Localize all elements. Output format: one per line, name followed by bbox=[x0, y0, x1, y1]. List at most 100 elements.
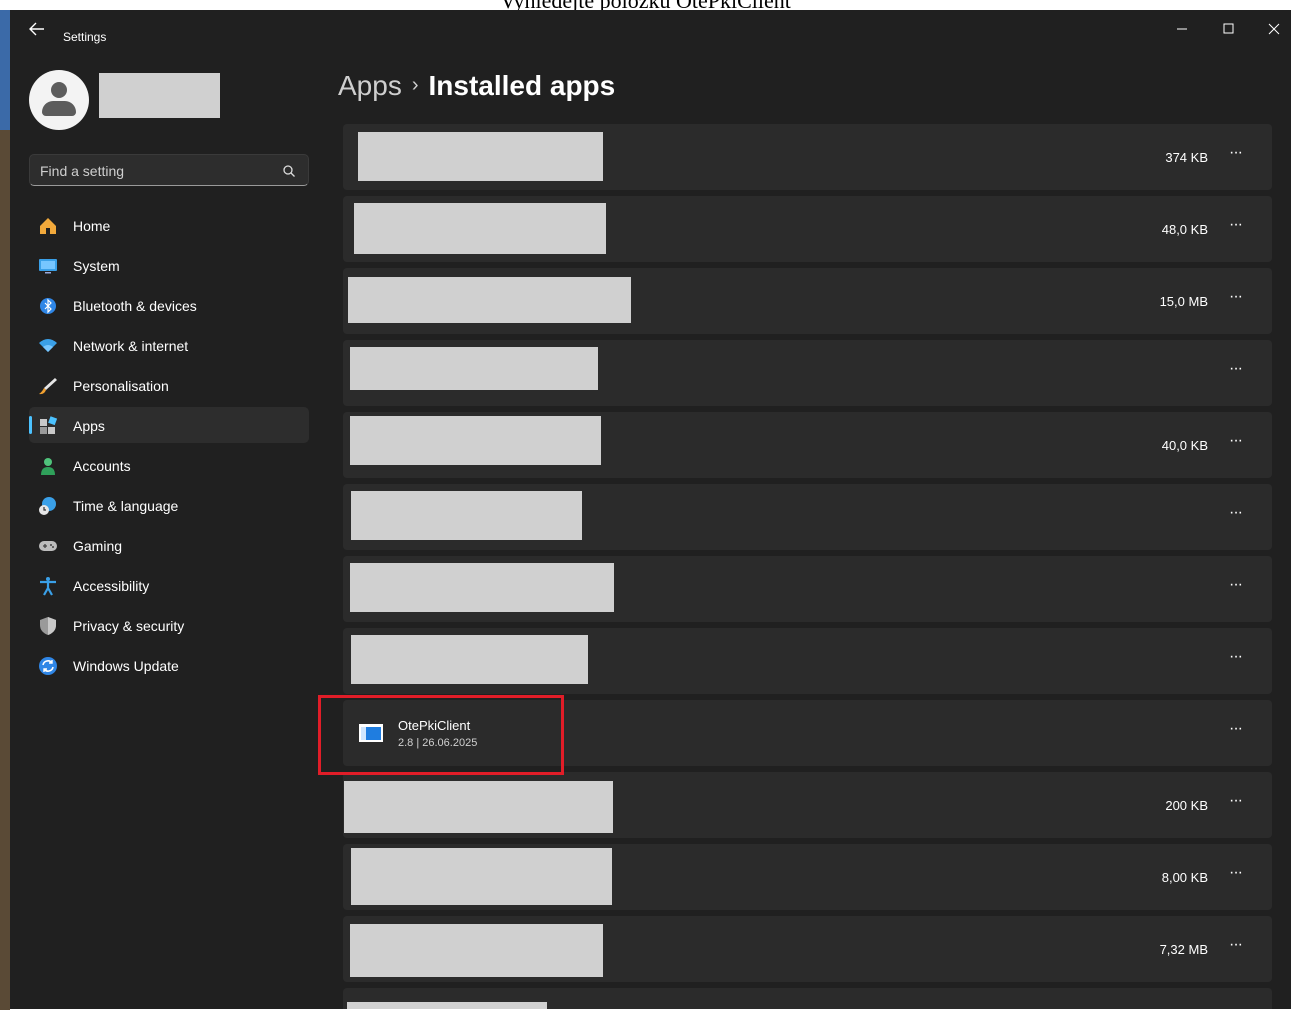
wifi-icon bbox=[39, 339, 57, 352]
shield-icon bbox=[40, 617, 56, 635]
app-size: 15,0 MB bbox=[1159, 294, 1208, 309]
redacted-app-name bbox=[350, 416, 601, 465]
app-row[interactable]: 8,00 KB ··· bbox=[343, 844, 1272, 910]
desktop-background-strip bbox=[0, 10, 10, 130]
sidebar-item-windows-update[interactable]: Windows Update bbox=[29, 647, 309, 683]
minimize-icon[interactable] bbox=[1162, 16, 1202, 42]
sidebar-item-label: Time & language bbox=[73, 498, 179, 514]
app-row[interactable]: 7,32 MB ··· bbox=[343, 916, 1272, 982]
sidebar-item-label: Personalisation bbox=[73, 378, 169, 394]
sidebar-item-accessibility[interactable]: Accessibility bbox=[29, 567, 309, 603]
maximize-icon[interactable] bbox=[1208, 16, 1248, 42]
more-options-button[interactable]: ··· bbox=[1229, 864, 1243, 882]
sidebar-item-time-language[interactable]: Time & language bbox=[29, 487, 309, 523]
breadcrumb-parent[interactable]: Apps bbox=[338, 70, 402, 101]
settings-window: Settings Home bbox=[10, 10, 1291, 1009]
app-row[interactable]: 15,0 MB ··· bbox=[343, 268, 1272, 334]
person-icon bbox=[41, 458, 55, 475]
selection-indicator bbox=[29, 416, 32, 434]
redacted-app-name bbox=[358, 132, 603, 181]
sidebar-item-system[interactable]: System bbox=[29, 247, 309, 283]
app-row[interactable]: 200 KB ··· bbox=[343, 772, 1272, 838]
sidebar-item-home[interactable]: Home bbox=[29, 207, 309, 243]
home-icon bbox=[40, 218, 56, 234]
sidebar-item-label: Accessibility bbox=[73, 578, 150, 594]
chevron-right-icon: › bbox=[411, 74, 419, 96]
more-options-button[interactable]: ··· bbox=[1229, 360, 1243, 378]
app-row[interactable]: 48,0 KB ··· bbox=[343, 196, 1272, 262]
more-options-button[interactable]: ··· bbox=[1229, 792, 1243, 810]
redacted-app-name bbox=[351, 491, 582, 540]
redacted-app-name bbox=[354, 203, 606, 254]
update-icon bbox=[39, 657, 57, 675]
sidebar-item-label: Network & internet bbox=[73, 338, 189, 354]
apps-icon bbox=[40, 416, 58, 434]
desktop-background-strip bbox=[0, 130, 10, 1010]
redacted-app-name bbox=[350, 563, 614, 612]
user-avatar[interactable] bbox=[29, 70, 89, 130]
app-row-partial[interactable] bbox=[343, 988, 1272, 1009]
app-size: 374 KB bbox=[1165, 150, 1208, 165]
search-icon[interactable] bbox=[282, 164, 296, 178]
more-options-button[interactable]: ··· bbox=[1229, 576, 1243, 594]
more-options-button[interactable]: ··· bbox=[1229, 432, 1243, 450]
sidebar-item-apps[interactable]: Apps bbox=[29, 407, 309, 443]
close-icon[interactable] bbox=[1254, 16, 1291, 42]
more-options-button[interactable]: ··· bbox=[1229, 936, 1243, 954]
avatar-head-icon bbox=[51, 82, 67, 98]
sidebar-item-network-internet[interactable]: Network & internet bbox=[29, 327, 309, 363]
sidebar-item-gaming[interactable]: Gaming bbox=[29, 527, 309, 563]
sidebar-item-label: Privacy & security bbox=[73, 618, 185, 634]
avatar-body-icon bbox=[42, 101, 76, 116]
app-row[interactable]: ··· bbox=[343, 628, 1272, 694]
app-row[interactable]: ··· bbox=[343, 556, 1272, 622]
accessibility-icon bbox=[40, 577, 56, 596]
page-title: Installed apps bbox=[428, 70, 616, 101]
more-options-button[interactable]: ··· bbox=[1229, 288, 1243, 306]
breadcrumb: Apps › Installed apps bbox=[338, 70, 615, 102]
more-options-button[interactable]: ··· bbox=[1229, 144, 1243, 162]
paintbrush-icon bbox=[39, 378, 57, 395]
monitor-icon bbox=[39, 259, 57, 274]
redacted-app-name bbox=[351, 848, 612, 905]
sidebar-item-personalisation[interactable]: Personalisation bbox=[29, 367, 309, 403]
page-caption: Vyhledejte položku OtePkiClient bbox=[0, 0, 1291, 10]
highlight-box bbox=[318, 695, 564, 775]
app-row[interactable]: ··· bbox=[343, 340, 1272, 406]
more-options-button[interactable]: ··· bbox=[1229, 648, 1243, 666]
sidebar-item-label: System bbox=[73, 258, 120, 274]
app-size: 200 KB bbox=[1165, 798, 1208, 813]
redacted-app-name bbox=[347, 1002, 547, 1009]
sidebar-item-label: Windows Update bbox=[73, 658, 179, 674]
app-row[interactable]: 40,0 KB ··· bbox=[343, 412, 1272, 478]
app-size: 40,0 KB bbox=[1161, 438, 1208, 453]
app-row[interactable]: ··· bbox=[343, 484, 1272, 550]
more-options-button[interactable]: ··· bbox=[1229, 504, 1243, 522]
globe-clock-icon bbox=[39, 497, 56, 515]
bluetooth-icon bbox=[40, 298, 56, 314]
app-size: 8,00 KB bbox=[1161, 870, 1208, 885]
back-arrow-icon[interactable] bbox=[28, 21, 46, 37]
sidebar-item-label: Bluetooth & devices bbox=[73, 298, 197, 314]
app-row[interactable]: 374 KB ··· bbox=[343, 124, 1272, 190]
redacted-app-name bbox=[351, 635, 588, 684]
redacted-user-name bbox=[99, 73, 220, 118]
sidebar-item-bluetooth-devices[interactable]: Bluetooth & devices bbox=[29, 287, 309, 323]
title-bar: Settings bbox=[10, 10, 1291, 46]
redacted-app-name bbox=[350, 347, 598, 390]
redacted-app-name bbox=[350, 924, 603, 977]
search-box[interactable] bbox=[29, 154, 309, 186]
more-options-button[interactable]: ··· bbox=[1229, 216, 1243, 234]
redacted-app-name bbox=[344, 781, 613, 833]
search-input[interactable] bbox=[40, 162, 270, 180]
sidebar-nav: Home System Bluetooth & devices Network … bbox=[29, 207, 309, 687]
sidebar-item-accounts[interactable]: Accounts bbox=[29, 447, 309, 483]
sidebar-item-label: Accounts bbox=[73, 458, 131, 474]
app-size: 7,32 MB bbox=[1159, 942, 1208, 957]
redacted-app-name bbox=[348, 277, 631, 323]
sidebar-item-label: Gaming bbox=[73, 538, 123, 554]
window-title: Settings bbox=[63, 30, 107, 44]
sidebar-item-label: Home bbox=[73, 218, 111, 234]
more-options-button[interactable]: ··· bbox=[1229, 720, 1243, 738]
sidebar-item-privacy-security[interactable]: Privacy & security bbox=[29, 607, 309, 643]
